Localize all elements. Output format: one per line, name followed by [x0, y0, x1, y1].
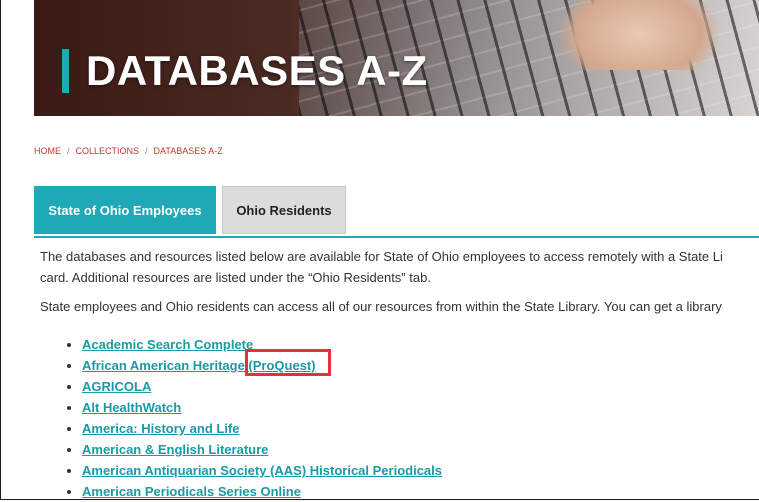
list-item: American & English Literature — [82, 439, 442, 460]
database-list: Academic Search Complete African America… — [62, 334, 442, 502]
tab-state-employees[interactable]: State of Ohio Employees — [34, 186, 216, 234]
title-accent-bar — [62, 49, 69, 93]
breadcrumb-current: DATABASES A-Z — [153, 146, 223, 156]
hand-image — [559, 0, 719, 70]
intro-line-2: card. Additional resources are listed un… — [40, 270, 431, 285]
list-item: AGRICOLA — [82, 376, 442, 397]
database-link[interactable]: American Antiquarian Society (AAS) Histo… — [82, 463, 442, 478]
intro-paragraph: The databases and resources listed below… — [40, 246, 759, 288]
breadcrumb: HOME / COLLECTIONS / DATABASES A-Z — [34, 146, 223, 156]
intro-line-1: The databases and resources listed below… — [40, 249, 723, 264]
database-link[interactable]: AGRICOLA — [82, 379, 151, 394]
breadcrumb-separator: / — [67, 146, 70, 156]
list-item: African American Heritage (ProQuest) — [82, 355, 442, 376]
tab-bar: State of Ohio Employees Ohio Residents — [34, 186, 759, 238]
database-link[interactable]: Academic Search Complete — [82, 337, 253, 352]
breadcrumb-separator: / — [145, 146, 148, 156]
tab-ohio-residents[interactable]: Ohio Residents — [222, 186, 346, 234]
database-link[interactable]: African American Heritage (ProQuest) — [82, 358, 316, 373]
access-paragraph: State employees and Ohio residents can a… — [40, 299, 722, 314]
database-link[interactable]: American Periodicals Series Online — [82, 484, 301, 499]
list-item: America: History and Life — [82, 418, 442, 439]
database-link[interactable]: America: History and Life — [82, 421, 240, 436]
page-title: DATABASES A-Z — [86, 47, 428, 94]
list-item: American Periodicals Series Online — [82, 481, 442, 502]
hero-banner: DATABASES A-Z — [34, 0, 759, 116]
breadcrumb-home[interactable]: HOME — [34, 146, 61, 156]
list-item: Academic Search Complete — [82, 334, 442, 355]
database-link[interactable]: Alt HealthWatch — [82, 400, 181, 415]
list-item: American Antiquarian Society (AAS) Histo… — [82, 460, 442, 481]
breadcrumb-collections[interactable]: COLLECTIONS — [76, 146, 140, 156]
database-link[interactable]: American & English Literature — [82, 442, 268, 457]
list-item: Alt HealthWatch — [82, 397, 442, 418]
